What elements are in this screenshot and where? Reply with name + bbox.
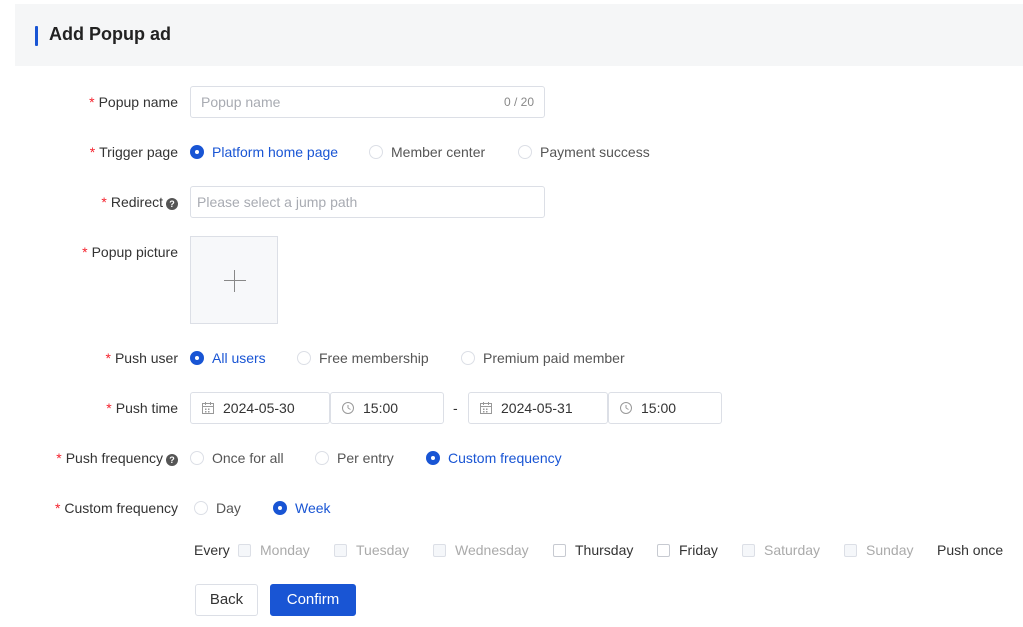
- popup-name-counter: 0 / 20: [503, 95, 534, 109]
- clock-icon: [342, 402, 354, 414]
- custom-frequency-row: * Custom frequency Day Week: [0, 492, 1023, 524]
- page-header: Add Popup ad: [15, 4, 1023, 66]
- start-date-picker[interactable]: 2024-05-30: [190, 392, 330, 424]
- popup-picture-row: * Popup picture: [0, 236, 1023, 268]
- radio-free-membership[interactable]: Free membership: [297, 342, 429, 374]
- start-time-value: 15:00: [363, 400, 399, 416]
- checkbox-tuesday[interactable]: Tuesday: [334, 534, 409, 566]
- push-once-label: Push once: [937, 542, 1004, 558]
- push-frequency-label: * Push frequency?: [56, 442, 178, 474]
- popup-name-row: * Popup name Popup name 0 / 20: [0, 86, 1023, 118]
- radio-day[interactable]: Day: [194, 492, 241, 524]
- push-user-row: * Push user All users Free membership Pre…: [0, 342, 1023, 374]
- redirect-select[interactable]: Please select a jump path: [190, 186, 545, 218]
- checkbox-friday[interactable]: Friday: [657, 534, 718, 566]
- end-date-picker[interactable]: 2024-05-31: [468, 392, 608, 424]
- push-frequency-row: * Push frequency? Once for all Per entry …: [0, 442, 1023, 474]
- range-separator: -: [453, 400, 458, 416]
- end-time-value: 15:00: [641, 400, 677, 416]
- back-button[interactable]: Back: [195, 584, 258, 616]
- push-user-label: * Push user: [105, 350, 179, 366]
- push-time-row: * Push time 2024-05-30 15:00 - 2024-05-31…: [0, 392, 1023, 424]
- radio-per-entry[interactable]: Per entry: [315, 442, 394, 474]
- popup-name-input[interactable]: Popup name 0 / 20: [190, 86, 545, 118]
- end-time-picker[interactable]: 15:00: [608, 392, 722, 424]
- start-date-value: 2024-05-30: [223, 400, 295, 416]
- picture-upload-button[interactable]: [190, 236, 278, 324]
- radio-payment-success[interactable]: Payment success: [518, 136, 650, 168]
- radio-once-for-all[interactable]: Once for all: [190, 442, 284, 474]
- checkbox-thursday[interactable]: Thursday: [553, 534, 633, 566]
- trigger-page-label: * Trigger page: [89, 144, 178, 160]
- title-accent-bar: [35, 26, 38, 46]
- calendar-icon: [202, 402, 214, 414]
- plus-icon: [224, 280, 246, 281]
- trigger-page-row: * Trigger page Platform home page Member …: [0, 136, 1023, 168]
- page-title: Add Popup ad: [49, 24, 171, 44]
- redirect-row: * Redirect? Please select a jump path: [0, 186, 1023, 218]
- start-time-picker[interactable]: 15:00: [330, 392, 444, 424]
- push-time-label: * Push time: [106, 400, 178, 416]
- radio-premium-paid-member[interactable]: Premium paid member: [461, 342, 625, 374]
- checkbox-saturday[interactable]: Saturday: [742, 534, 820, 566]
- every-label: Every: [194, 542, 230, 558]
- checkbox-monday[interactable]: Monday: [238, 534, 310, 566]
- popup-name-placeholder: Popup name: [201, 94, 281, 110]
- redirect-placeholder: Please select a jump path: [197, 194, 358, 210]
- help-icon[interactable]: ?: [166, 454, 178, 466]
- popup-picture-label: * Popup picture: [82, 244, 178, 260]
- radio-all-users[interactable]: All users: [190, 342, 266, 374]
- help-icon[interactable]: ?: [166, 198, 178, 210]
- radio-custom-frequency[interactable]: Custom frequency: [426, 442, 562, 474]
- popup-name-label: * Popup name: [89, 94, 178, 110]
- radio-week[interactable]: Week: [273, 492, 331, 524]
- redirect-label: * Redirect?: [101, 186, 178, 218]
- radio-platform-home-page[interactable]: Platform home page: [190, 136, 338, 168]
- calendar-icon: [480, 402, 492, 414]
- checkbox-sunday[interactable]: Sunday: [844, 534, 913, 566]
- checkbox-wednesday[interactable]: Wednesday: [433, 534, 529, 566]
- confirm-button[interactable]: Confirm: [270, 584, 356, 616]
- radio-member-center[interactable]: Member center: [369, 136, 485, 168]
- weekday-row: Every Monday Tuesday Wednesday Thursday …: [0, 534, 1023, 566]
- end-date-value: 2024-05-31: [501, 400, 573, 416]
- custom-frequency-label: * Custom frequency: [54, 500, 178, 516]
- clock-icon: [620, 402, 632, 414]
